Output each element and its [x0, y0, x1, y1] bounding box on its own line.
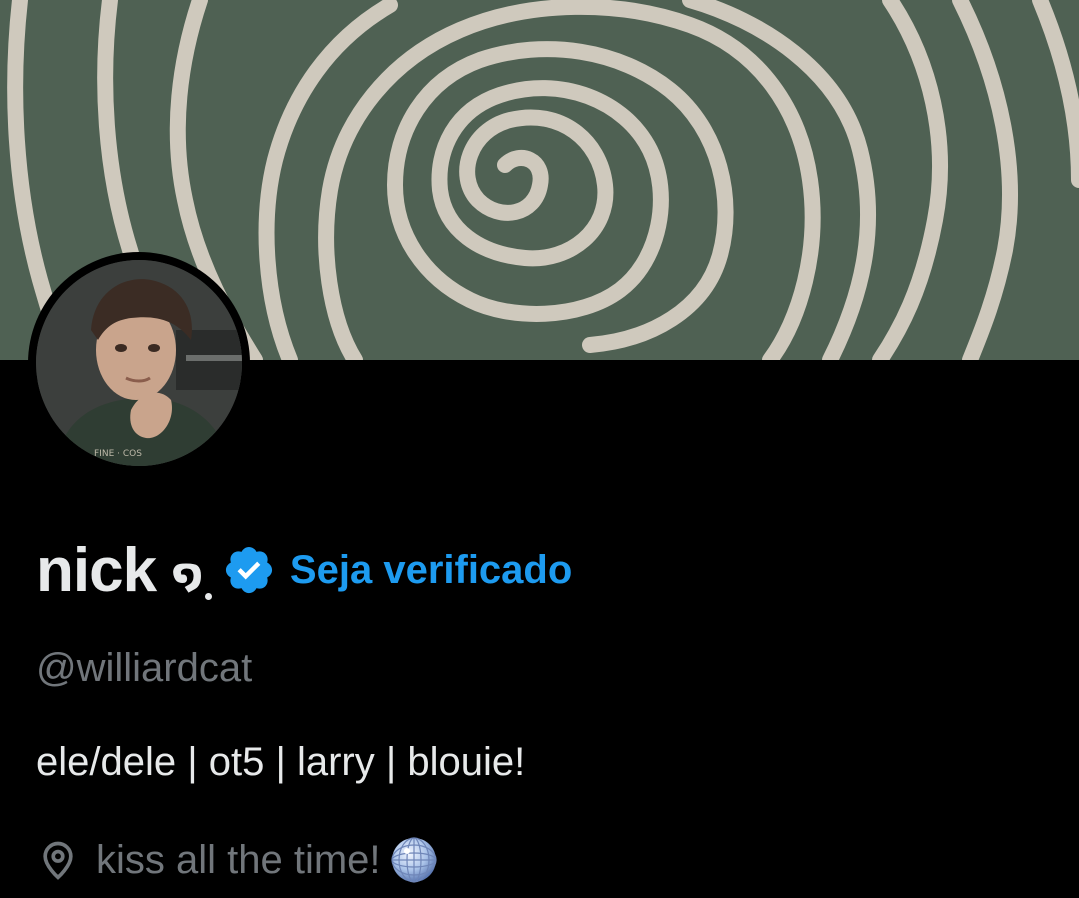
avatar-image: FINE · COS [36, 260, 242, 466]
profile-bio: ele/dele | ot5 | larry | blouie! [36, 740, 526, 784]
get-verified-link[interactable]: Seja verificado [290, 548, 572, 593]
location-text: kiss all the time! [96, 837, 381, 882]
profile-location: kiss all the time! [36, 832, 439, 888]
display-name: nick [36, 535, 157, 605]
profile-handle: @williardcat [36, 646, 253, 690]
profile-name-row: nick ໑ Seja verificado [36, 530, 572, 610]
svg-text:FINE · COS: FINE · COS [94, 449, 142, 459]
name-glyph: ໑ [172, 552, 203, 596]
location-pin-icon [36, 838, 80, 882]
profile-avatar[interactable]: FINE · COS [28, 252, 250, 474]
name-dot [204, 592, 212, 600]
mirror-ball-icon [389, 835, 439, 885]
verified-badge-icon[interactable] [222, 543, 276, 597]
